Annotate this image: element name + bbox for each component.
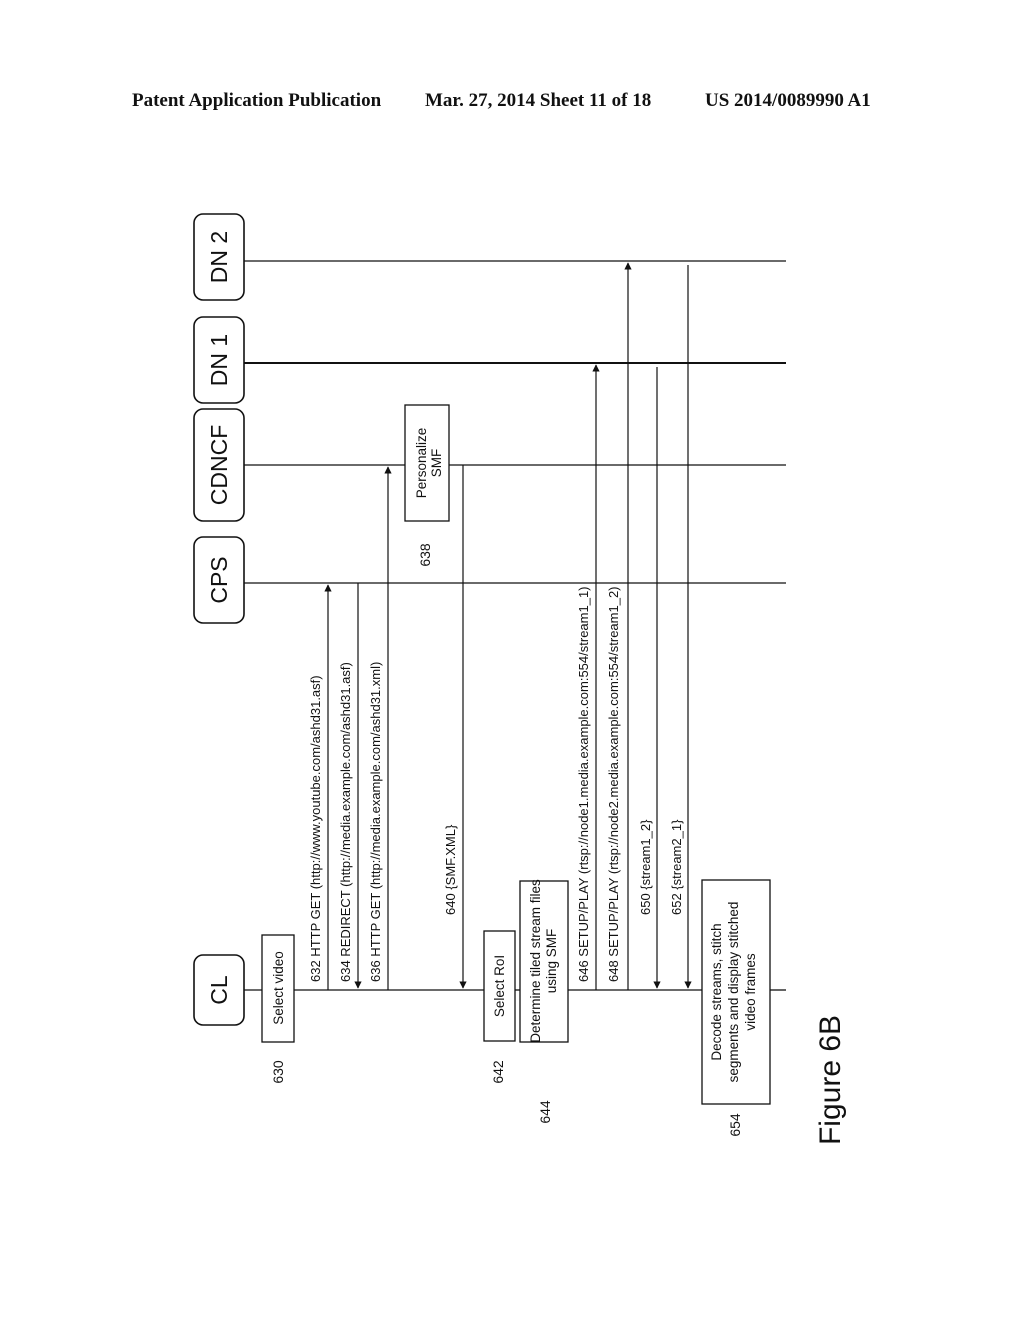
activity-654-text-3: video frames (743, 953, 758, 1031)
participant-cps-label: CPS (206, 556, 232, 603)
message-650-label: 650 {stream1_2} (638, 819, 653, 915)
figure-label: Figure 6B (814, 1015, 847, 1145)
message-640-label: 640 {SMF.XML} (443, 824, 458, 915)
message-652-label: 652 {stream2_1} (669, 819, 684, 915)
participant-cdncf-label: CDNCF (206, 425, 232, 506)
ref-644: 644 (537, 1100, 553, 1124)
message-646-label: 646 SETUP/PLAY (rtsp://node1.media.examp… (576, 587, 591, 983)
ref-638: 638 (417, 543, 433, 567)
activity-654-text-1: Decode streams, stitch (709, 923, 724, 1060)
message-636-label: 636 HTTP GET (http://media.example.com/a… (368, 662, 383, 982)
activity-644-text-2: using SMF (544, 929, 559, 994)
participant-cl-label: CL (206, 975, 232, 1005)
activity-642-text: Select RoI (492, 955, 507, 1017)
activity-630-text: Select video (271, 951, 286, 1025)
participant-dn1-label: DN 1 (206, 334, 232, 386)
activity-644-text-1: Determine tiled stream files (528, 879, 543, 1043)
ref-654: 654 (727, 1113, 743, 1137)
message-634-label: 634 REDIRECT (http://media.example.com/a… (338, 662, 353, 982)
ref-630: 630 (270, 1060, 286, 1084)
activity-638-text-1: Personalize (414, 428, 429, 499)
message-632-label: 632 HTTP GET (http://www.youtube.com/ash… (308, 675, 323, 982)
sequence-diagram: CL CPS CDNCF DN 1 DN 2 Select video Pers… (193, 213, 847, 1145)
participant-dn2-label: DN 2 (206, 231, 232, 283)
ref-642: 642 (490, 1060, 506, 1084)
activity-638-text-2: SMF (429, 449, 444, 478)
message-648-label: 648 SETUP/PLAY (rtsp://node2.media.examp… (606, 587, 621, 983)
activity-654-text-2: segments and display stitched (726, 902, 741, 1083)
